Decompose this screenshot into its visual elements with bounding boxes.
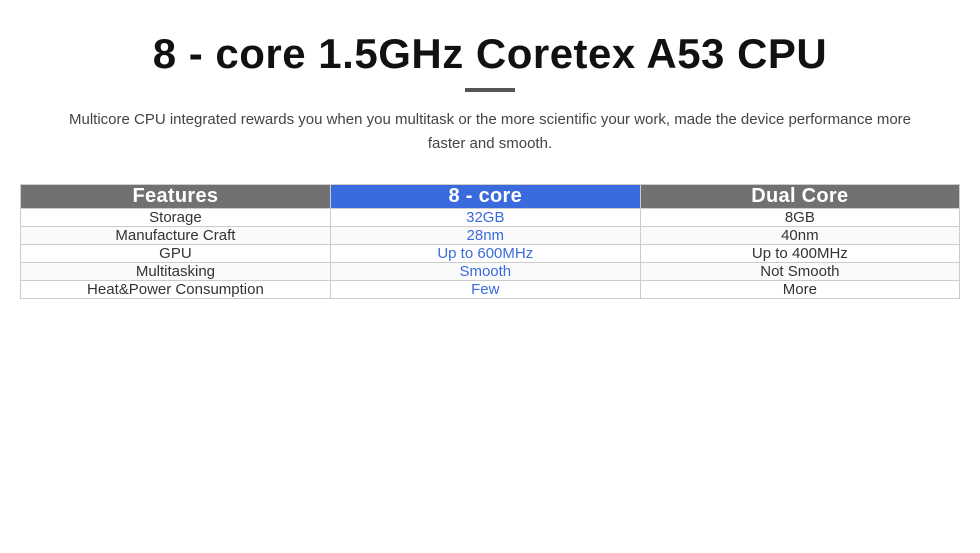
table-header-row: Features 8 - core Dual Core xyxy=(21,185,960,209)
value-dualcore: 8GB xyxy=(640,209,959,227)
feature-label: Storage xyxy=(21,209,331,227)
value-8core: Smooth xyxy=(330,263,640,281)
feature-label: Manufacture Craft xyxy=(21,227,331,245)
value-dualcore: Not Smooth xyxy=(640,263,959,281)
feature-label: GPU xyxy=(21,245,331,263)
value-dualcore: More xyxy=(640,281,959,299)
value-8core: Up to 600MHz xyxy=(330,245,640,263)
page-subtitle: Multicore CPU integrated rewards you whe… xyxy=(60,108,920,156)
feature-label: Multitasking xyxy=(21,263,331,281)
table-row: Manufacture Craft28nm40nm xyxy=(21,227,960,245)
table-row: MultitaskingSmoothNot Smooth xyxy=(21,263,960,281)
value-8core: 28nm xyxy=(330,227,640,245)
comparison-table: Features 8 - core Dual Core Storage32GB8… xyxy=(20,184,960,299)
title-divider xyxy=(465,88,515,92)
value-8core: 32GB xyxy=(330,209,640,227)
header-features: Features xyxy=(21,185,331,209)
table-row: Heat&Power ConsumptionFewMore xyxy=(21,281,960,299)
value-dualcore: 40nm xyxy=(640,227,959,245)
feature-label: Heat&Power Consumption xyxy=(21,281,331,299)
page-title: 8 - core 1.5GHz Coretex A53 CPU xyxy=(153,30,828,78)
header-dualcore: Dual Core xyxy=(640,185,959,209)
value-dualcore: Up to 400MHz xyxy=(640,245,959,263)
table-row: Storage32GB8GB xyxy=(21,209,960,227)
header-8core: 8 - core xyxy=(330,185,640,209)
table-row: GPUUp to 600MHzUp to 400MHz xyxy=(21,245,960,263)
value-8core: Few xyxy=(330,281,640,299)
